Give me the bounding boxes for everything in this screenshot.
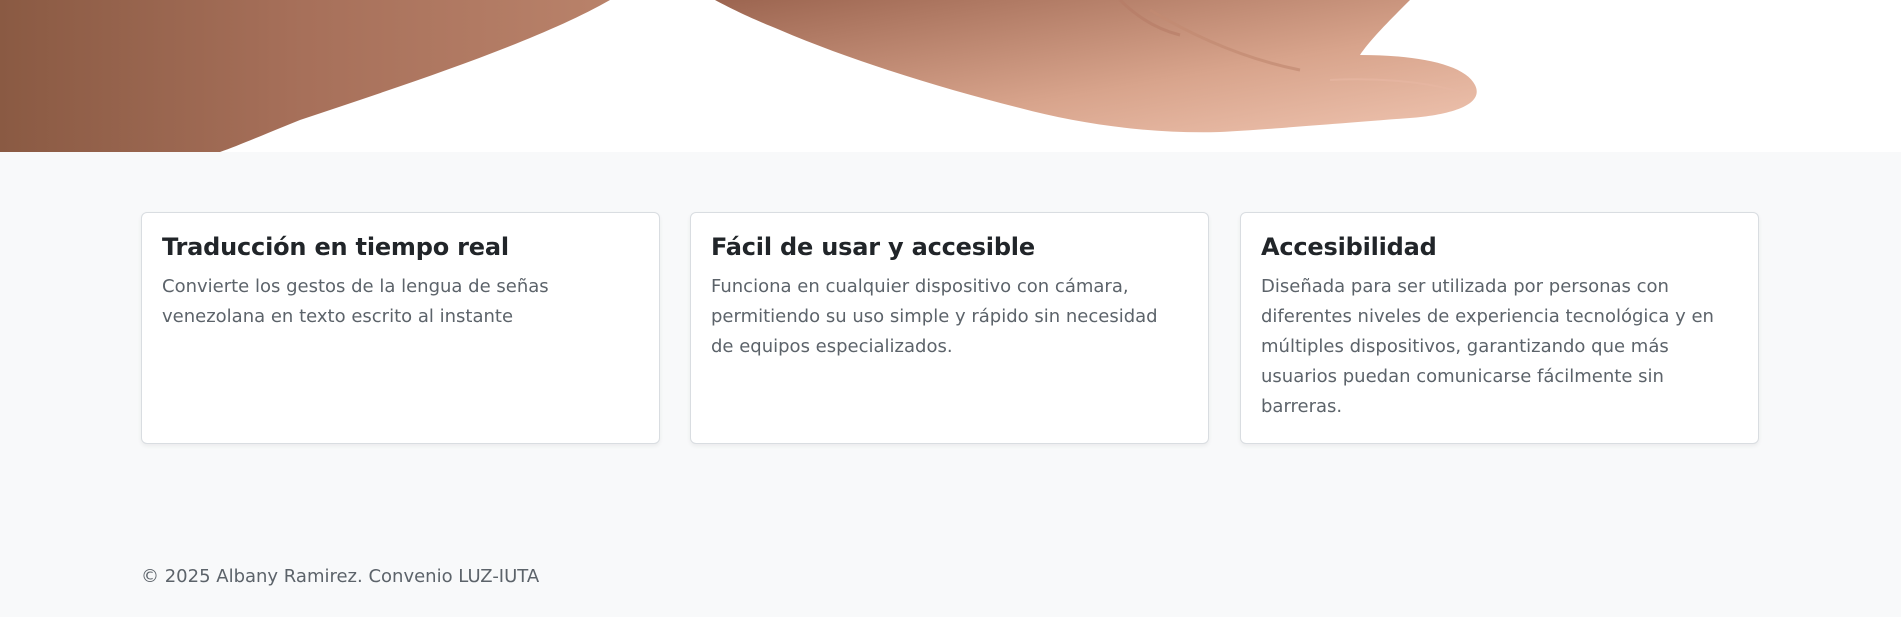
- feature-title: Accesibilidad: [1261, 233, 1437, 261]
- feature-card: Accesibilidad Diseñada para ser utilizad…: [1240, 212, 1759, 444]
- feature-title: Traducción en tiempo real: [162, 233, 509, 261]
- feature-text: Convierte los gestos de la lengua de señ…: [162, 275, 549, 327]
- hands-photo: [0, 0, 1477, 152]
- feature-text: Diseñada para ser utilizada por personas…: [1261, 275, 1714, 417]
- footer-copyright: © 2025 Albany Ramirez. Convenio LUZ-IUTA: [141, 566, 540, 587]
- hero-image: [0, 0, 1901, 152]
- hand-shape: [715, 0, 1477, 133]
- feature-text: Funciona en cualquier dispositivo con cá…: [711, 275, 1158, 357]
- feature-title: Fácil de usar y accesible: [711, 233, 1035, 261]
- forearm-shape: [0, 0, 610, 152]
- page: Traducción en tiempo real Convierte los …: [0, 0, 1901, 617]
- features-section: Traducción en tiempo real Convierte los …: [0, 152, 1901, 617]
- feature-card: Fácil de usar y accesible Funciona en cu…: [690, 212, 1209, 444]
- feature-card: Traducción en tiempo real Convierte los …: [141, 212, 660, 444]
